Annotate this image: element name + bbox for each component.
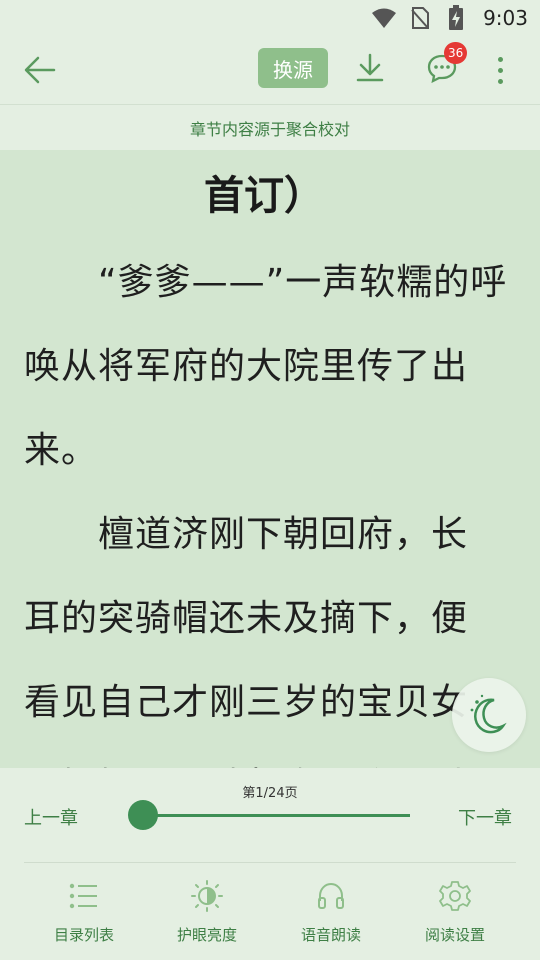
nav-reading-settings[interactable]: 阅读设置 [400, 880, 510, 950]
download-button[interactable] [350, 48, 390, 88]
divider [24, 862, 516, 863]
source-notice: 章节内容源于聚合校对 [0, 104, 540, 150]
list-icon [68, 880, 100, 912]
wifi-icon [371, 5, 397, 31]
reader-page[interactable]: 首订） “爹爹——”一声软糯的呼 唤从将军府的大院里传了出 来。 檀道济刚下朝回… [0, 150, 540, 768]
chapter-title: 首订） [204, 173, 324, 219]
text-line: 檀道济刚下朝回府，长 [24, 514, 469, 555]
headphones-icon [315, 880, 347, 912]
nav-label: 护眼亮度 [176, 926, 237, 944]
progress-slider-track[interactable] [142, 814, 410, 817]
text-line: 儿摇摇晃晃地朝自己跑了过 [24, 757, 468, 768]
next-chapter-button[interactable]: 下一章 [458, 804, 512, 830]
change-source-button[interactable]: 换源 [258, 48, 328, 88]
more-dot [497, 56, 503, 62]
text-line: “爹爹——”一声软糯的呼 [24, 262, 508, 303]
more-dot [497, 67, 503, 73]
text-line: 来。 [24, 430, 99, 471]
more-button[interactable] [488, 50, 512, 90]
battery-charging-icon [443, 5, 469, 31]
nav-label: 阅读设置 [424, 926, 485, 944]
no-sim-icon [407, 5, 433, 31]
back-button[interactable] [20, 50, 60, 90]
nav-label: 语音朗读 [300, 926, 361, 944]
nav-toc[interactable]: 目录列表 [29, 880, 139, 950]
nav-tts[interactable]: 语音朗读 [276, 880, 386, 950]
nav-label: 目录列表 [53, 926, 114, 944]
prev-chapter-button[interactable]: 上一章 [24, 804, 78, 830]
text-line: 唤从将军府的大院里传了出 [24, 346, 469, 387]
page-indicator: 第1/24页 [242, 786, 298, 801]
text-line: 看见自己才刚三岁的宝贝女 [24, 682, 469, 723]
download-icon [356, 53, 384, 82]
nav-brightness[interactable]: 护眼亮度 [152, 880, 262, 950]
moon-stars-icon [470, 694, 507, 734]
bottom-control-panel: 第1/24页 上一章 下一章 目录列表 护眼亮度 语音朗读 阅读设置 [0, 768, 540, 960]
arrow-left-icon [24, 56, 56, 84]
comment-count-badge: 36 [444, 42, 468, 64]
more-dot [497, 78, 503, 84]
text-line: 耳的突骑帽还未及摘下，便 [24, 598, 469, 639]
status-time: 9:03 [483, 6, 528, 30]
progress-slider-thumb[interactable] [128, 800, 158, 830]
gear-icon [439, 880, 471, 912]
status-bar: 9:03 [0, 0, 540, 36]
night-mode-button[interactable] [452, 678, 526, 752]
brightness-icon [191, 880, 223, 912]
